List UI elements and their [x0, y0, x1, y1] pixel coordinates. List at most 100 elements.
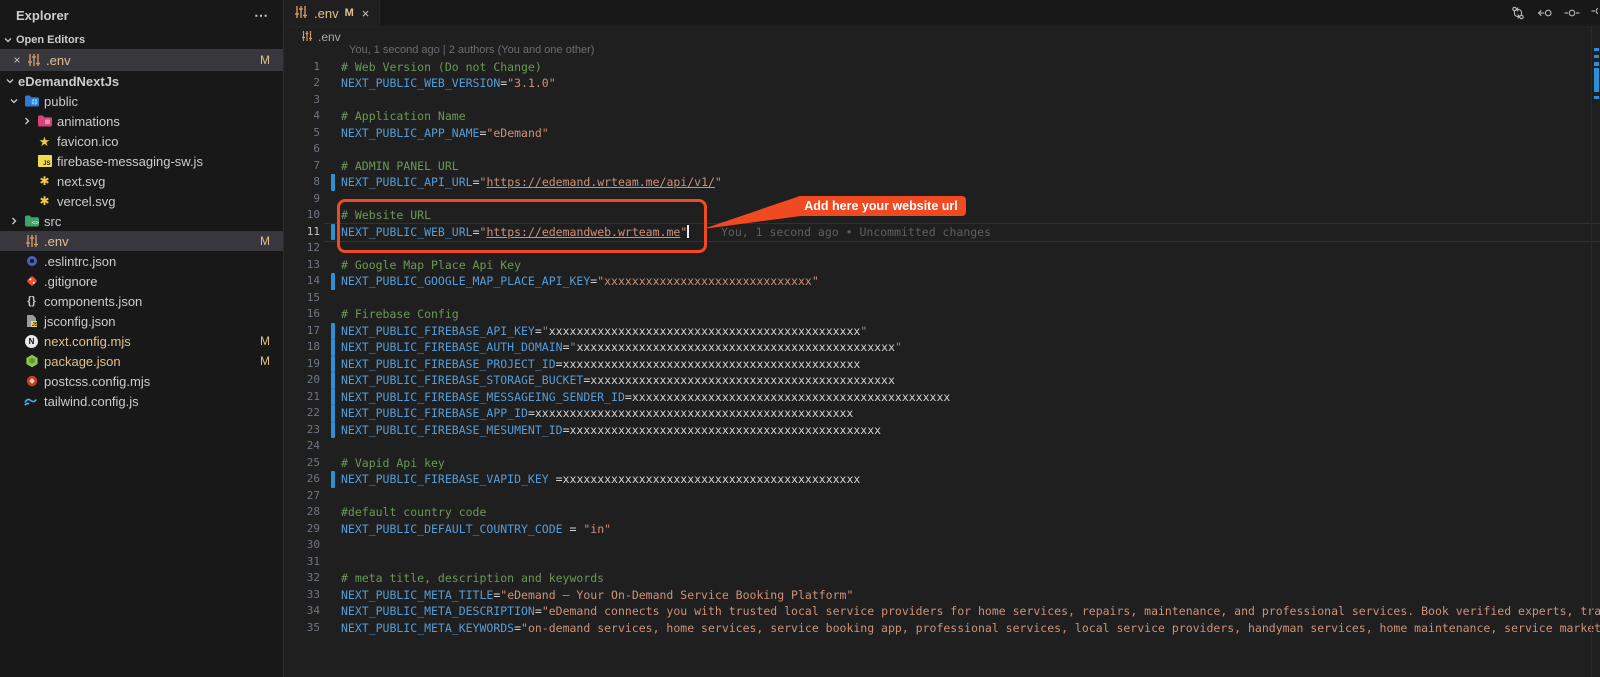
- code-line-34[interactable]: 34 NEXT_PUBLIC_META_DESCRIPTION="eDemand …: [284, 603, 1600, 620]
- svgfile-icon: ✱: [39, 174, 50, 188]
- chevron-right-icon: [6, 215, 22, 227]
- tree-item-components-json[interactable]: {} components.json: [0, 291, 283, 311]
- chevron-down-icon: [0, 34, 16, 46]
- code-line-11[interactable]: 11 NEXT_PUBLIC_WEB_URL="https://edemandwe…: [284, 223, 1600, 240]
- line-number: 33: [306, 587, 320, 601]
- tree-item-jsconfig-json[interactable]: JS jsconfig.json: [0, 311, 283, 331]
- line-number: 23: [306, 422, 320, 436]
- code-line-26[interactable]: 26 NEXT_PUBLIC_FIREBASE_VAPID_KEY =xxxxxx…: [284, 471, 1600, 488]
- code-editor[interactable]: You, 1 second ago | 2 authors (You and o…: [284, 42, 1600, 677]
- code-line-6[interactable]: 6: [284, 141, 1600, 158]
- modified-badge: M: [260, 234, 270, 248]
- tree-item-postcss-config-mjs[interactable]: postcss.config.mjs: [0, 371, 283, 391]
- line-number: 15: [306, 290, 320, 304]
- code-line-25[interactable]: 25 # Vapid Api key: [284, 455, 1600, 472]
- code-line-35[interactable]: 35 NEXT_PUBLIC_META_KEYWORDS="on-demand s…: [284, 620, 1600, 637]
- tab-env[interactable]: .env M ×: [284, 0, 381, 26]
- line-number: 7: [313, 158, 320, 172]
- tree-item-firebase-messaging-sw-js[interactable]: JS firebase-messaging-sw.js: [0, 151, 283, 171]
- tab-modified-badge: M: [344, 7, 354, 19]
- tree-item-next-config-mjs[interactable]: Nnext.config.mjs M: [0, 331, 283, 351]
- code-line-15[interactable]: 15: [284, 290, 1600, 307]
- text-cursor: [687, 224, 689, 238]
- line-number: 26: [306, 472, 320, 485]
- tree-item-label: animations: [57, 113, 120, 129]
- tree-item-label: package.json: [44, 353, 121, 369]
- explorer-more-icon[interactable]: ⋯: [254, 7, 269, 24]
- code-line-5[interactable]: 5 NEXT_PUBLIC_APP_NAME="eDemand": [284, 125, 1600, 142]
- code-line-30[interactable]: 30: [284, 537, 1600, 554]
- tree-item-vercel-svg[interactable]: ✱ vercel.svg: [0, 191, 283, 211]
- codelens-blame[interactable]: You, 1 second ago | 2 authors (You and o…: [284, 42, 1600, 59]
- code-line-13[interactable]: 13 # Google Map Place Api Key: [284, 257, 1600, 274]
- code-line-19[interactable]: 19 NEXT_PUBLIC_FIREBASE_PROJECT_ID=xxxxxx…: [284, 355, 1600, 372]
- code-line-20[interactable]: 20 NEXT_PUBLIC_FIREBASE_STORAGE_BUCKET=xx…: [284, 372, 1600, 389]
- line-number: 34: [306, 604, 320, 617]
- close-icon[interactable]: ×: [10, 53, 24, 67]
- tree-item-next-svg[interactable]: ✱ next.svg: [0, 171, 283, 191]
- line-number: 28: [306, 505, 320, 518]
- tree-item-public[interactable]: public: [0, 91, 283, 111]
- code-line-29[interactable]: 29 NEXT_PUBLIC_DEFAULT_COUNTRY_CODE = "in…: [284, 521, 1600, 538]
- code-line-21[interactable]: 21 NEXT_PUBLIC_FIREBASE_MESSAGEING_SENDER…: [284, 388, 1600, 405]
- tree-item-label: firebase-messaging-sw.js: [57, 153, 203, 169]
- code-line-14[interactable]: 14 NEXT_PUBLIC_GOOGLE_MAP_PLACE_API_KEY="…: [284, 273, 1600, 290]
- code-line-22[interactable]: 22 NEXT_PUBLIC_FIREBASE_APP_ID=xxxxxxxxxx…: [284, 405, 1600, 422]
- open-editors-section-header[interactable]: Open Editors: [0, 30, 283, 49]
- open-editor-item[interactable]: × .env M: [0, 49, 283, 71]
- code-line-4[interactable]: 4 # Application Name: [284, 108, 1600, 125]
- code-line-12[interactable]: 12: [284, 240, 1600, 257]
- postcss-icon: [22, 374, 41, 388]
- git-compare-icon[interactable]: [1510, 5, 1526, 21]
- tree-item-favicon-ico[interactable]: ★ favicon.ico: [0, 131, 283, 151]
- line-number: 18: [306, 340, 320, 353]
- line-number: 17: [306, 323, 320, 337]
- code-line-8[interactable]: 8 NEXT_PUBLIC_API_URL="https://edemand.wr…: [284, 174, 1600, 191]
- explorer-header: Explorer ⋯: [0, 0, 283, 30]
- code-line-7[interactable]: 7 # ADMIN PANEL URL: [284, 158, 1600, 175]
- code-line-32[interactable]: 32 # meta title, description and keywords: [284, 570, 1600, 587]
- code-line-27[interactable]: 27: [284, 488, 1600, 505]
- chevron-down-icon: [2, 75, 18, 87]
- code-line-23[interactable]: 23 NEXT_PUBLIC_FIREBASE_MESUMENT_ID=xxxxx…: [284, 421, 1600, 438]
- tree-item-label: components.json: [44, 293, 143, 309]
- overview-ruler-mark: [1594, 48, 1599, 51]
- jsq-icon: JS: [35, 155, 54, 167]
- chevron-right-icon: [19, 115, 35, 127]
- code-line-24[interactable]: 24: [284, 438, 1600, 455]
- root-folder-row[interactable]: eDemandNextJs: [0, 71, 283, 91]
- nextjs-icon: N: [22, 334, 41, 348]
- tree-item-tailwind-config-js[interactable]: tailwind.config.js: [0, 391, 283, 411]
- line-number: 16: [306, 307, 320, 320]
- code-line-16[interactable]: 16 # Firebase Config: [284, 306, 1600, 323]
- tree-item-package-json[interactable]: package.json M: [0, 351, 283, 371]
- circle-dash-icon[interactable]: [1564, 5, 1580, 21]
- line-number: 27: [306, 488, 320, 502]
- explorer-title: Explorer: [16, 7, 69, 23]
- tree-item-src[interactable]: <> src: [0, 211, 283, 231]
- tree-item--env[interactable]: .env M: [0, 231, 283, 251]
- line-number: 8: [313, 175, 320, 188]
- code-line-31[interactable]: 31: [284, 554, 1600, 571]
- line-number: 21: [306, 389, 320, 403]
- code-line-17[interactable]: 17 NEXT_PUBLIC_FIREBASE_API_KEY="xxxxxxxx…: [284, 322, 1600, 339]
- tab-close-icon[interactable]: ×: [362, 6, 370, 21]
- line-number: 13: [306, 257, 320, 271]
- open-previous-change-icon[interactable]: [1537, 5, 1553, 21]
- line-number: 14: [306, 274, 320, 287]
- tree-item-label: postcss.config.mjs: [44, 373, 151, 389]
- code-line-18[interactable]: 18 NEXT_PUBLIC_FIREBASE_AUTH_DOMAIN="xxxx…: [284, 339, 1600, 356]
- code-line-3[interactable]: 3: [284, 92, 1600, 109]
- circle-cut-icon[interactable]: [1591, 3, 1598, 24]
- svg-text:<>: <>: [31, 219, 39, 227]
- tree-item-animations[interactable]: animations: [0, 111, 283, 131]
- code-line-33[interactable]: 33 NEXT_PUBLIC_META_TITLE="eDemand – Your…: [284, 587, 1600, 604]
- modified-gutter-indicator: [331, 421, 335, 438]
- code-line-2[interactable]: 2 NEXT_PUBLIC_WEB_VERSION="3.1.0": [284, 75, 1600, 92]
- tree-item--eslintrc-json[interactable]: .eslintrc.json: [0, 251, 283, 271]
- code-line-1[interactable]: 1 # Web Version (Do not Change): [284, 59, 1600, 76]
- editor-area: .env M × .env You, 1 second ago | 2 auth…: [284, 0, 1600, 677]
- tree-item--gitignore[interactable]: .gitignore: [0, 271, 283, 291]
- code-line-28[interactable]: 28 #default country code: [284, 504, 1600, 521]
- root-folder-label: eDemandNextJs: [18, 73, 120, 89]
